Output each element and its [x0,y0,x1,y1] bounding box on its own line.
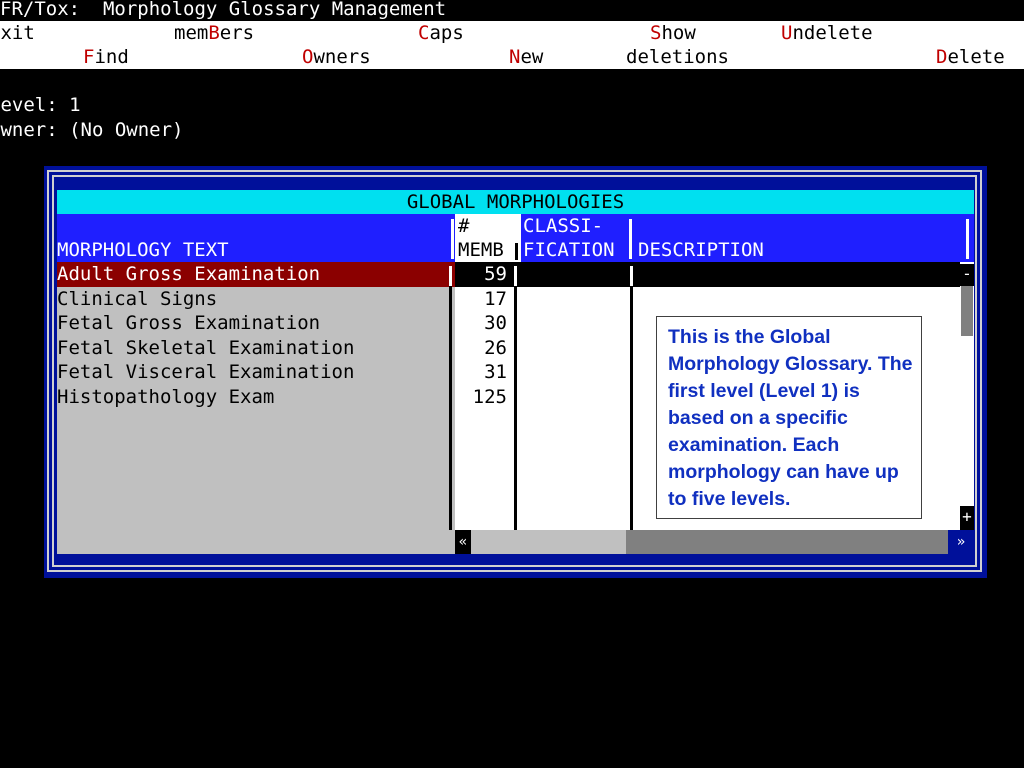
cell-members: 125 [455,385,521,409]
scroll-up-icon[interactable]: - [960,264,974,286]
cell-classification [521,336,632,360]
column-header-classification-line1: CLASSI- [523,215,604,237]
grid-title: GLOBAL MORPHOLOGIES [57,190,974,214]
cell-description [632,262,960,287]
cell-members: 31 [455,360,521,385]
annotation-callout: This is the Global Morphology Glossary. … [656,316,922,519]
cell-classification [521,458,632,483]
cell-morphology-text: Adult Gross Examination [57,262,455,287]
menu-new-hotkey: N [509,46,521,68]
cell-members [455,434,521,458]
cell-morphology-text: Clinical Signs [57,287,455,311]
menu-find-hotkey: F [83,46,95,68]
menu-owners-hotkey: O [302,46,314,68]
cell-classification [521,409,632,434]
cell-classification [521,385,632,409]
cell-morphology-text [57,483,455,507]
scroll-right-icon[interactable]: » [948,530,974,554]
cell-morphology-text: Fetal Skeletal Examination [57,336,455,360]
menu-undelete-hotkey: U [781,22,793,44]
menu-delete-text: elete [947,46,1005,68]
column-header-morphology-text[interactable]: MORPHOLOGY TEXT [57,214,455,262]
menu-find[interactable]: Find [83,45,129,69]
column-header-members-line2: MEMB [458,239,504,261]
menu-undelete-text: ndelete [792,22,873,44]
cell-morphology-text: Fetal Gross Examination [57,311,455,336]
menu-deletions-text: deletions [626,46,729,68]
header-separator [451,219,454,259]
menu-owners[interactable]: Owners [302,45,371,69]
menu-show-text: how [661,22,696,44]
cell-classification [521,507,632,532]
cell-classification [521,360,632,385]
cell-morphology-text [57,507,455,532]
menu-caps-hotkey: C [418,22,430,44]
selected-row-separator [514,266,517,286]
cell-members [455,409,521,434]
cell-members: 26 [455,336,521,360]
cell-morphology-text [57,434,455,458]
cell-classification [521,287,632,311]
column-separator [449,268,452,530]
menu-new[interactable]: New [509,45,543,69]
menu-exit[interactable]: Exit [0,21,35,45]
cell-members: 59 [455,262,521,287]
menu-members-text: mem [174,22,209,44]
menu-owners-text: wners [313,46,371,68]
menu-caps-text: aps [429,22,464,44]
cell-morphology-text: Fetal Visceral Examination [57,360,455,385]
column-header-description-label: DESCRIPTION [638,239,764,261]
menu-undelete[interactable]: Undelete [781,21,873,45]
menu-show[interactable]: Show [650,21,696,45]
menu-new-text: ew [520,46,544,68]
menu-show-hotkey: S [650,22,662,44]
menu-members-text-rest: ers [219,22,255,44]
menu-delete[interactable]: Delete [936,45,1005,69]
menu-exit-text-rest: xit [0,22,35,44]
menu-bar: Exit memBers Caps Show Undelete Find Own… [0,21,1024,69]
header-separator [515,243,518,260]
menu-delete-hotkey: D [936,46,948,68]
grid-bottom-filler [57,530,455,554]
selected-row-separator [449,266,452,286]
menu-members[interactable]: memBers [174,21,254,45]
cell-morphology-text [57,458,455,483]
column-header-members-line1: # [458,215,470,237]
cell-classification [521,483,632,507]
column-header-morphology-text-label: MORPHOLOGY TEXT [57,239,229,261]
cell-members [455,507,521,532]
cell-members [455,458,521,483]
column-header-description[interactable]: DESCRIPTION [632,214,974,262]
column-separator [514,268,517,530]
cell-members: 17 [455,287,521,311]
level-status: Level: 1 [0,94,81,116]
app-title: FR/Tox: Morphology Glossary Management [0,0,447,20]
column-header-classification[interactable]: CLASSI- FICATION [521,214,632,262]
cell-morphology-text: Histopathology Exam [57,385,455,409]
owner-status: Owner: (No Owner) [0,119,184,141]
horizontal-scroll-thumb[interactable] [626,530,948,554]
cell-members: 30 [455,311,521,336]
selected-row-separator [630,266,633,286]
menu-members-hotkey: B [208,22,220,44]
header-separator [966,219,969,259]
menu-show-deletions[interactable]: deletions [626,45,729,69]
column-separator [630,268,633,530]
cell-members [455,483,521,507]
cell-classification [521,434,632,458]
cell-classification [521,311,632,336]
cell-classification [521,262,632,287]
cell-morphology-text [57,409,455,434]
header-separator [629,219,632,259]
menu-find-text: ind [94,46,129,68]
header-separator [515,219,518,234]
vertical-scroll-thumb[interactable] [961,286,973,336]
cell-description [632,287,960,311]
column-header-classification-line2: FICATION [523,239,615,261]
scroll-left-icon[interactable]: « [455,530,471,554]
menu-caps[interactable]: Caps [418,21,464,45]
column-header-members[interactable]: # MEMB [455,214,521,262]
scroll-down-icon[interactable]: + [960,506,974,530]
